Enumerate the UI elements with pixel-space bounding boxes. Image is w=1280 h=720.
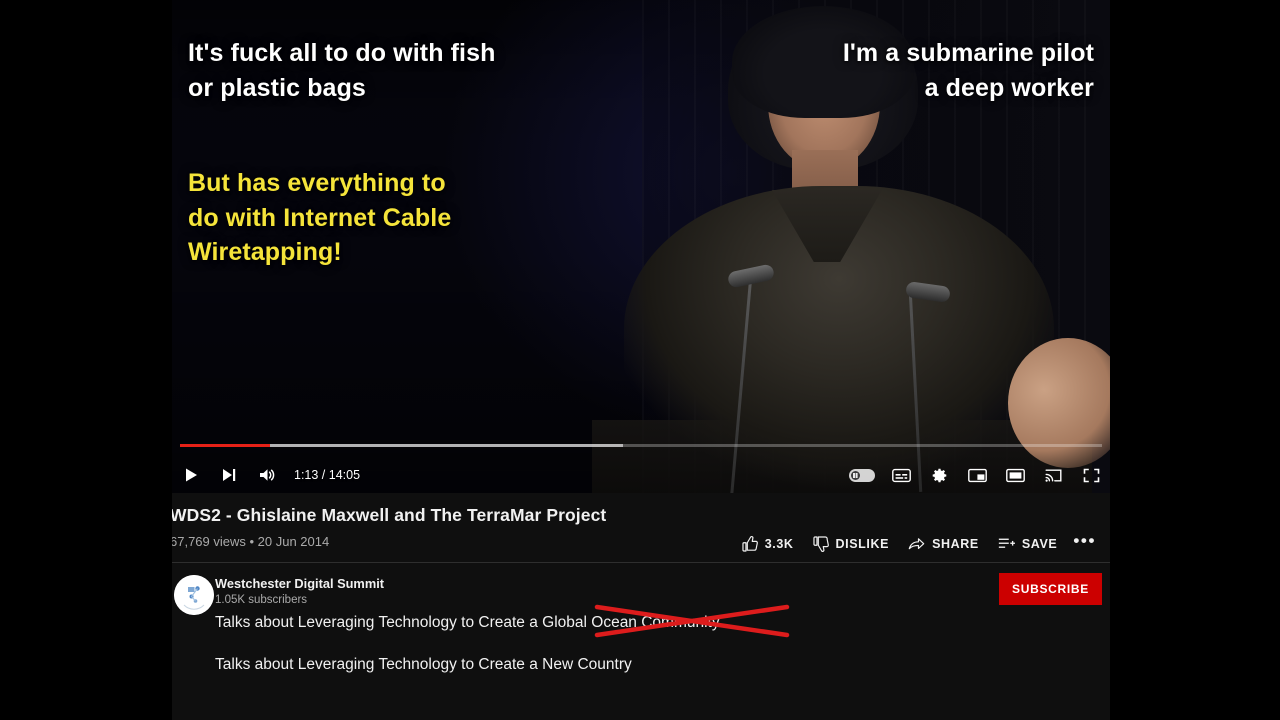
- miniplayer-button[interactable]: [958, 457, 996, 493]
- letterbox-bar-left: [0, 0, 172, 720]
- caption-overlay-left-white: It's fuck all to do with fish or plastic…: [188, 39, 496, 102]
- controls-row: 1:13 / 14:05: [172, 457, 1110, 493]
- channel-subscriber-count: 1.05K subscribers: [215, 594, 308, 606]
- video-page-content: It's fuck all to do with fish or plastic…: [172, 0, 1110, 720]
- save-button[interactable]: SAVE: [989, 529, 1066, 559]
- like-button[interactable]: 3.3K: [733, 529, 802, 559]
- play-button[interactable]: [172, 457, 210, 493]
- theater-mode-icon: [1005, 468, 1025, 483]
- video-metadata-section: WDS2 - Ghislaine Maxwell and The TerraMa…: [172, 493, 1110, 720]
- channel-name[interactable]: Westchester Digital Summit: [215, 576, 384, 591]
- cast-icon: [1044, 468, 1063, 483]
- channel-avatar[interactable]: [174, 575, 214, 615]
- miniplayer-icon: [967, 468, 987, 483]
- gear-icon: [931, 467, 948, 484]
- caption-overlay-right-white: I'm a submarine pilot a deep worker: [842, 39, 1094, 102]
- play-icon: [183, 467, 199, 483]
- share-button[interactable]: SHARE: [899, 529, 987, 559]
- player-controls-bar: 1:13 / 14:05: [172, 444, 1110, 493]
- description-line-1: Talks about Leveraging Technology to Cre…: [215, 604, 1090, 638]
- subscribe-button[interactable]: SUBSCRIBE: [999, 573, 1102, 605]
- video-title: WDS2 - Ghislaine Maxwell and The TerraMa…: [172, 505, 607, 525]
- subtitles-button[interactable]: [882, 457, 920, 493]
- fullscreen-icon: [1083, 468, 1100, 483]
- thumbs-down-icon: [812, 535, 830, 553]
- description-line-1-text: Talks about Leveraging Technology to Cre…: [215, 614, 720, 631]
- metadata-divider: [172, 562, 1110, 563]
- video-action-buttons: 3.3K DISLIKE SHARE SAVE •••: [733, 529, 1102, 559]
- share-arrow-icon: [907, 535, 926, 553]
- save-to-playlist-icon: [997, 535, 1016, 553]
- dislike-label: DISLIKE: [835, 537, 890, 551]
- more-actions-button[interactable]: •••: [1067, 532, 1102, 554]
- fullscreen-button[interactable]: [1072, 457, 1110, 493]
- share-label: SHARE: [932, 537, 979, 551]
- video-player[interactable]: It's fuck all to do with fish or plastic…: [172, 0, 1110, 493]
- thumbs-up-icon: [741, 535, 759, 553]
- cast-button[interactable]: [1034, 457, 1072, 493]
- autoplay-toggle[interactable]: [842, 457, 882, 493]
- mute-button[interactable]: [248, 457, 286, 493]
- autoplay-toggle-icon: [849, 468, 875, 482]
- theater-mode-button[interactable]: [996, 457, 1034, 493]
- dislike-button[interactable]: DISLIKE: [804, 529, 898, 559]
- screenshot-root: It's fuck all to do with fish or plastic…: [0, 0, 1280, 720]
- progress-bar[interactable]: [180, 444, 1102, 447]
- video-view-count-and-date: 67,769 views • 20 Jun 2014: [172, 534, 330, 549]
- volume-icon: [259, 467, 276, 483]
- progress-played: [180, 444, 271, 447]
- description-line-2: Talks about Leveraging Technology to Cre…: [215, 655, 1090, 676]
- description-line-2-text: Talks about Leveraging Technology to Cre…: [215, 655, 632, 673]
- caption-overlay-left-yellow: But has everything to do with Internet C…: [188, 169, 452, 266]
- video-description: Talks about Leveraging Technology to Cre…: [215, 604, 1090, 697]
- next-video-button[interactable]: [210, 457, 248, 493]
- next-track-icon: [221, 467, 237, 483]
- letterbox-bar-right: [1110, 0, 1280, 720]
- like-count: 3.3K: [764, 537, 794, 551]
- closed-captions-icon: [891, 468, 911, 483]
- save-label: SAVE: [1021, 537, 1058, 551]
- channel-logo-icon: [174, 575, 214, 615]
- settings-button[interactable]: [920, 457, 958, 493]
- time-display: 1:13 / 14:05: [294, 468, 361, 482]
